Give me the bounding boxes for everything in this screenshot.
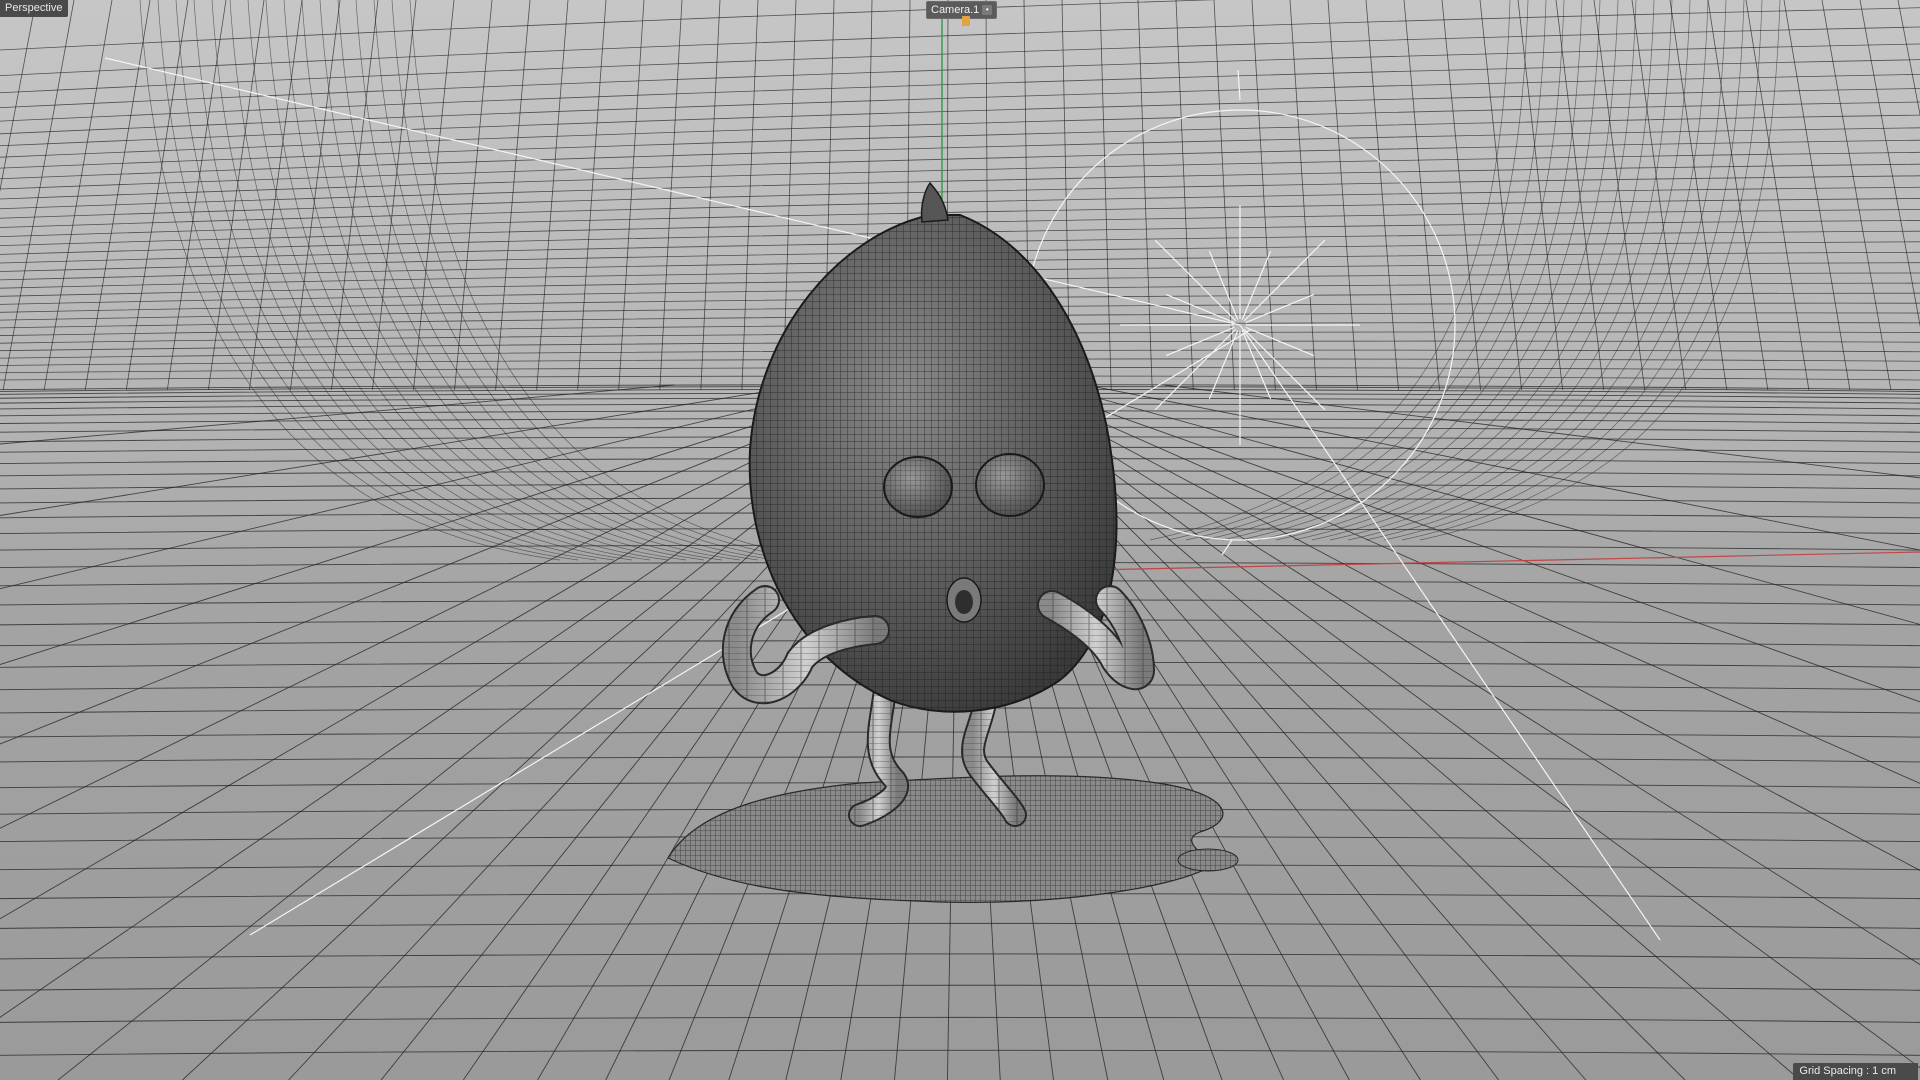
grid-line xyxy=(1329,0,1691,541)
grid-line xyxy=(0,922,1920,929)
grid-line xyxy=(125,0,189,391)
grid-line xyxy=(0,59,1920,122)
grid-line xyxy=(454,0,493,391)
grid-line xyxy=(659,0,683,391)
grid-line xyxy=(1821,0,1892,391)
grid-line xyxy=(139,0,561,561)
grid-line xyxy=(0,953,1920,960)
grid-line xyxy=(1175,0,1194,391)
grid-line xyxy=(618,0,645,391)
puddle-mesh[interactable] xyxy=(667,775,1239,903)
grid-line xyxy=(1897,0,1920,117)
grid-line xyxy=(0,984,1920,991)
grid-line xyxy=(1383,0,1745,541)
grid-line xyxy=(700,0,721,391)
grid-line xyxy=(247,0,669,561)
camera-toggle-icon[interactable]: • xyxy=(982,5,993,15)
grid-spacing-readout: Grid Spacing : 1 cm xyxy=(1793,1063,1918,1080)
character-body[interactable] xyxy=(748,181,1118,713)
grid-line xyxy=(1859,0,1920,328)
grid-line xyxy=(1365,0,1727,541)
grid-line xyxy=(1365,0,1399,391)
light-ray xyxy=(1154,239,1237,322)
grid-line xyxy=(283,0,705,561)
grid-line xyxy=(0,756,1920,763)
character-mouth xyxy=(946,577,982,623)
3d-viewport[interactable]: Perspective Camera.1 • Grid Spacing : 1 … xyxy=(0,0,1920,1080)
grid-line xyxy=(0,88,1920,147)
grid-line xyxy=(1099,0,1112,391)
grid-line xyxy=(741,0,759,391)
grid-line xyxy=(1311,0,1673,541)
grid-line xyxy=(0,151,1920,200)
grid-line xyxy=(1783,0,1851,391)
grid-line xyxy=(0,101,1920,158)
grid-line xyxy=(577,0,607,391)
grid-line xyxy=(0,0,37,193)
grid-line xyxy=(84,0,151,391)
grid-line xyxy=(211,0,633,561)
camera-name: Camera.1 xyxy=(931,4,980,16)
grid-line xyxy=(0,1016,1920,1023)
x-axis-line xyxy=(999,551,1920,573)
grid-line xyxy=(1631,0,1687,391)
grid-line xyxy=(0,26,1920,94)
light-ray xyxy=(1243,239,1326,322)
grid-line xyxy=(290,0,341,391)
grid-line xyxy=(536,0,569,391)
viewport-scene[interactable] xyxy=(0,0,1920,1080)
grid-line xyxy=(0,1049,1920,1056)
grid-line xyxy=(229,0,651,561)
grid-line xyxy=(0,114,1920,169)
grid-line xyxy=(373,0,795,561)
grid-line xyxy=(331,0,379,391)
grid-line xyxy=(1347,0,1709,541)
camera-marker-icon xyxy=(962,16,970,26)
view-name-label[interactable]: Perspective xyxy=(0,0,69,17)
grid-line xyxy=(1441,0,1481,391)
grid-line xyxy=(1137,0,1153,391)
grid-line xyxy=(1403,0,1440,391)
grid-line xyxy=(2,0,75,391)
grid-line xyxy=(0,731,1920,738)
grid-line xyxy=(495,0,531,391)
